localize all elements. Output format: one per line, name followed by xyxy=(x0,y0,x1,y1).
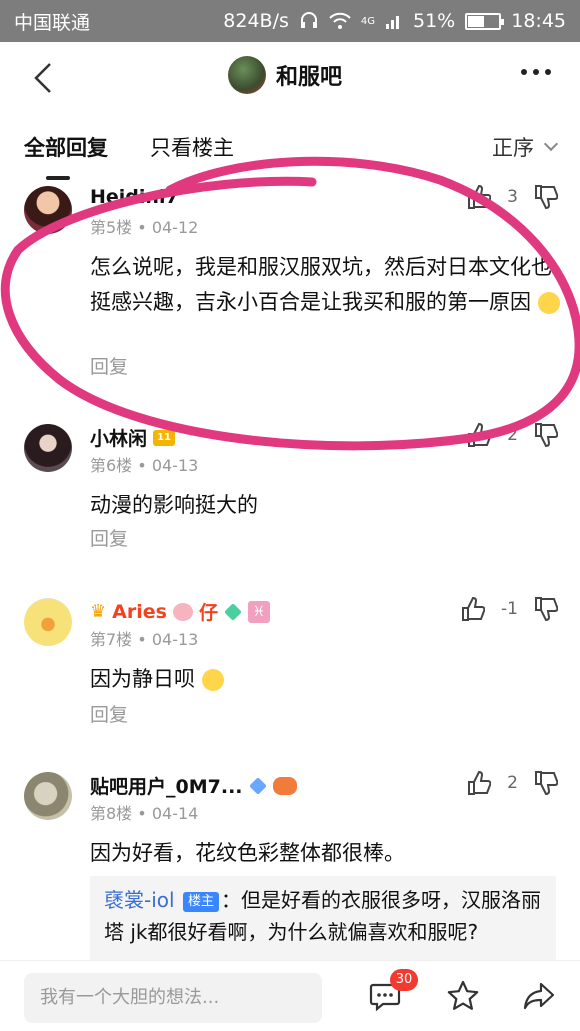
sort-dropdown[interactable]: 正序 xyxy=(492,132,559,162)
level-badge: 11 xyxy=(153,429,176,446)
post-date: 04-13 xyxy=(151,630,199,649)
page-title: 和服吧 xyxy=(276,65,343,90)
status-bar: 中国联通 824B/s 4G 51% 18:45 xyxy=(0,0,580,42)
clock: 18:45 xyxy=(511,10,566,32)
post-text: 因为静日呗 xyxy=(90,667,195,691)
avatar[interactable] xyxy=(24,424,72,472)
post-date: 04-13 xyxy=(151,456,199,475)
thumbs-down-icon[interactable] xyxy=(534,422,558,448)
like-controls: -1 xyxy=(461,596,558,622)
status-right: 824B/s 4G 51% 18:45 xyxy=(223,10,566,32)
quoted-reply[interactable]: 褎裳-iol 楼主 ：但是好看的衣服很多呀，汉服洛丽塔 jk都很好看啊，为什么就偏… xyxy=(90,876,556,968)
signal-icon xyxy=(386,16,399,29)
post-meta: 第6楼 • 04-13 xyxy=(90,452,198,476)
like-count: 2 xyxy=(507,773,518,793)
pig-emoji-icon xyxy=(172,602,193,621)
username-text: Aries xyxy=(112,600,167,623)
tab-indicator xyxy=(46,176,70,180)
meta-dot: • xyxy=(137,630,147,649)
forum-avatar xyxy=(228,56,266,94)
diamond-icon xyxy=(224,602,242,621)
username-text: 小林闲 xyxy=(90,428,148,450)
quote-author[interactable]: 褎裳-iol xyxy=(104,888,175,912)
bottom-bar: 我有一个大胆的想法... 30 xyxy=(0,960,580,1031)
like-controls: 2 xyxy=(467,422,558,448)
like-count: 2 xyxy=(507,425,518,445)
smile-emoji-icon xyxy=(537,292,560,314)
wifi-icon xyxy=(329,12,351,29)
meta-dot: • xyxy=(137,804,147,823)
pisces-icon: ♓ xyxy=(247,600,270,623)
avatar[interactable] xyxy=(24,186,72,234)
post-date: 04-12 xyxy=(151,218,199,237)
like-controls: 2 xyxy=(467,770,558,796)
meta-dot: • xyxy=(137,218,147,237)
username[interactable]: 贴吧用户_0M7... xyxy=(90,772,297,799)
comment-count-badge: 30 xyxy=(390,969,418,991)
floor-number: 第5楼 xyxy=(90,218,133,237)
username-text: 贴吧用户_0M7... xyxy=(90,776,243,798)
username-suffix: 仔 xyxy=(198,602,218,624)
owner-badge: 楼主 xyxy=(182,891,219,912)
username[interactable]: 小林闲 11 xyxy=(90,424,176,451)
more-dots-icon[interactable] xyxy=(520,68,552,76)
share-icon[interactable] xyxy=(522,979,556,1013)
sort-label: 正序 xyxy=(492,136,534,160)
reply-button[interactable]: 回复 xyxy=(90,352,128,379)
back-arrow-icon[interactable] xyxy=(28,60,64,96)
username[interactable]: Heidini7 xyxy=(90,186,179,208)
tab-owner-only[interactable]: 只看楼主 xyxy=(150,132,234,162)
post-meta: 第7楼 • 04-13 xyxy=(90,626,198,650)
reply-button[interactable]: 回复 xyxy=(90,700,128,727)
username-text: Heidini7 xyxy=(90,186,179,208)
thumbs-up-icon[interactable] xyxy=(467,422,492,448)
meta-dot: • xyxy=(137,456,147,475)
thumbs-down-icon[interactable] xyxy=(534,596,558,622)
net-speed: 824B/s xyxy=(223,10,289,32)
carrier-name: 中国联通 xyxy=(14,11,91,34)
post-meta: 第5楼 • 04-12 xyxy=(90,214,198,238)
post-content: 怎么说呢，我是和服汉服双坑，然后对日本文化也挺感兴趣，吉永小百合是让我买和服的第… xyxy=(90,250,560,320)
post-content: 动漫的影响挺大的 xyxy=(90,493,258,517)
post-content: 因为好看，花纹色彩整体都很棒。 xyxy=(90,841,405,865)
diamond-icon xyxy=(248,776,267,795)
comment-input[interactable]: 我有一个大胆的想法... xyxy=(24,973,322,1023)
battery-percent: 51% xyxy=(413,10,456,32)
floor-number: 第7楼 xyxy=(90,630,133,649)
avatar[interactable] xyxy=(24,772,72,820)
like-count: 3 xyxy=(507,187,518,207)
post-date: 04-14 xyxy=(151,804,199,823)
thumbs-up-icon[interactable] xyxy=(461,596,486,622)
tab-all-replies[interactable]: 全部回复 xyxy=(24,132,108,162)
post-meta: 第8楼 • 04-14 xyxy=(90,800,198,824)
signal-tag: 4G xyxy=(360,15,375,27)
reply-tabs: 全部回复 只看楼主 正序 xyxy=(0,124,580,180)
gamepad-icon xyxy=(272,776,297,795)
thumbs-down-icon[interactable] xyxy=(534,770,558,796)
thumbs-down-icon[interactable] xyxy=(534,184,558,210)
thumbs-up-icon[interactable] xyxy=(467,184,492,210)
reply-button[interactable]: 回复 xyxy=(90,524,128,551)
chevron-down-icon xyxy=(543,136,559,152)
like-controls: 3 xyxy=(467,184,558,210)
headset-icon xyxy=(300,12,317,28)
like-count: -1 xyxy=(501,599,518,619)
forum-title[interactable]: 和服吧 xyxy=(228,56,342,94)
battery-icon xyxy=(465,12,505,30)
post-content: 因为静日呗 xyxy=(90,662,560,697)
crown-icon: ♛ xyxy=(90,601,107,622)
post-text: 怎么说呢，我是和服汉服双坑，然后对日本文化也挺感兴趣，吉永小百合是让我买和服的第… xyxy=(90,255,552,314)
floor-number: 第6楼 xyxy=(90,456,133,475)
floor-number: 第8楼 xyxy=(90,804,133,823)
star-icon[interactable] xyxy=(446,979,480,1013)
nav-bar: 和服吧 xyxy=(0,42,580,114)
avatar[interactable] xyxy=(24,598,72,646)
username[interactable]: ♛ Aries 仔 ♓ xyxy=(90,598,270,625)
grin-emoji-icon xyxy=(201,669,224,691)
thumbs-up-icon[interactable] xyxy=(467,770,492,796)
